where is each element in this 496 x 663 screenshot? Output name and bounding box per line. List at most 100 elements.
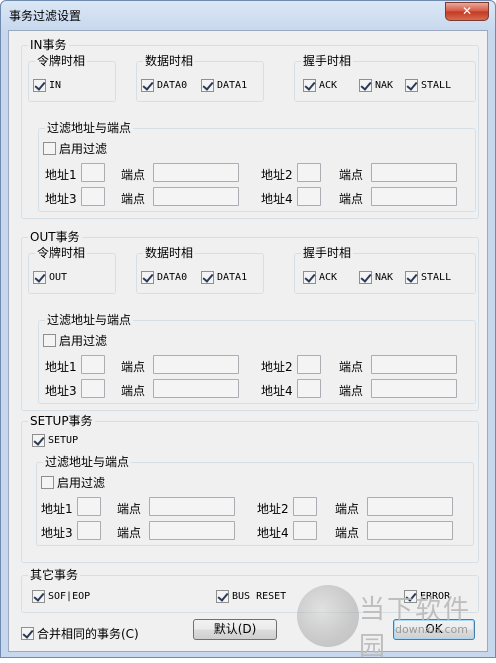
- window-title: 事务过滤设置: [9, 9, 82, 23]
- out-filter-title: 过滤地址与端点: [45, 313, 134, 327]
- in-stall-checkbox[interactable]: STALL: [405, 79, 451, 92]
- out-addr1-label: 地址1: [45, 360, 77, 374]
- merge-same-transactions-checkbox[interactable]: 合并相同的事务(C): [21, 625, 139, 642]
- in-token-title: 令牌时相: [35, 54, 88, 68]
- setup-ep4-field[interactable]: [367, 521, 453, 540]
- checkbox-checked-icon: [32, 434, 45, 447]
- ok-button[interactable]: OK: [393, 619, 475, 640]
- out-addr4-label: 地址4: [261, 384, 293, 398]
- setup-addr1-field[interactable]: [77, 497, 101, 516]
- out-addr2-field[interactable]: [297, 355, 321, 374]
- out-data0-checkbox[interactable]: DATA0: [141, 271, 187, 284]
- in-filter-title: 过滤地址与端点: [45, 121, 134, 135]
- out-enable-filter-checkbox[interactable]: 启用过滤: [43, 332, 107, 349]
- in-token-phase-group: 令牌时相 IN: [28, 54, 116, 102]
- in-ep2-field[interactable]: [371, 163, 457, 182]
- out-ep1-label: 端点: [121, 360, 146, 374]
- in-addr2-label: 地址2: [261, 168, 293, 182]
- in-addr3-field[interactable]: [81, 187, 105, 206]
- in-addr4-label: 地址4: [261, 192, 293, 206]
- in-handshake-title: 握手时相: [301, 54, 354, 68]
- dialog-client-area: IN事务 令牌时相 IN 数据时相 DATA0 DATA1 握手时相 ACK N…: [8, 30, 488, 652]
- out-ep3-label: 端点: [121, 384, 146, 398]
- error-checkbox[interactable]: ERROR: [404, 590, 450, 603]
- checkbox-checked-icon: [32, 590, 45, 603]
- default-button[interactable]: 默认(D): [193, 619, 277, 640]
- sof-eop-checkbox[interactable]: SOF|EOP: [32, 590, 90, 603]
- out-addr4-field[interactable]: [297, 379, 321, 398]
- bus-reset-checkbox[interactable]: BUS RESET: [216, 590, 286, 603]
- in-data-title: 数据时相: [143, 54, 196, 68]
- in-filter-group: 过滤地址与端点 启用过滤 地址1 端点 地址2 端点 地址3 端点 地址4 端点: [38, 121, 476, 212]
- checkbox-checked-icon: [359, 79, 372, 92]
- in-addr4-field[interactable]: [297, 187, 321, 206]
- in-addr1-field[interactable]: [81, 163, 105, 182]
- setup-addr1-label: 地址1: [41, 502, 73, 516]
- out-ep4-field[interactable]: [371, 379, 457, 398]
- in-data1-checkbox[interactable]: DATA1: [201, 79, 247, 92]
- out-token-title: 令牌时相: [35, 246, 88, 260]
- setup-addr3-field[interactable]: [77, 521, 101, 540]
- checkbox-unchecked-icon: [43, 142, 56, 155]
- setup-addr4-field[interactable]: [293, 521, 317, 540]
- setup-addr2-label: 地址2: [257, 502, 289, 516]
- out-filter-group: 过滤地址与端点 启用过滤 地址1 端点 地址2 端点 地址3 端点 地址4 端点: [38, 313, 476, 404]
- in-group-title: IN事务: [28, 38, 69, 52]
- in-data0-checkbox[interactable]: DATA0: [141, 79, 187, 92]
- in-ack-checkbox[interactable]: ACK: [303, 79, 337, 92]
- out-ep1-field[interactable]: [153, 355, 239, 374]
- dialog-window: 事务过滤设置 ✕ IN事务 令牌时相 IN 数据时相 DATA0 DATA1 握…: [0, 0, 496, 662]
- out-addr2-label: 地址2: [261, 360, 293, 374]
- in-addr2-field[interactable]: [297, 163, 321, 182]
- out-group-title: OUT事务: [28, 230, 82, 244]
- in-ep1-field[interactable]: [153, 163, 239, 182]
- setup-filter-group: 过滤地址与端点 启用过滤 地址1 端点 地址2 端点 地址3 端点 地址4 端点: [36, 455, 474, 546]
- close-button[interactable]: ✕: [445, 2, 489, 21]
- in-ep4-field[interactable]: [371, 187, 457, 206]
- other-transaction-group: 其它事务 SOF|EOP BUS RESET ERROR: [21, 568, 479, 613]
- setup-ep1-field[interactable]: [149, 497, 235, 516]
- in-token-checkbox[interactable]: IN: [33, 79, 61, 92]
- out-addr3-field[interactable]: [81, 379, 105, 398]
- close-icon: ✕: [461, 4, 473, 18]
- out-data1-checkbox[interactable]: DATA1: [201, 271, 247, 284]
- in-transaction-group: IN事务 令牌时相 IN 数据时相 DATA0 DATA1 握手时相 ACK N…: [21, 38, 479, 219]
- in-ep3-label: 端点: [121, 192, 146, 206]
- in-enable-filter-checkbox[interactable]: 启用过滤: [43, 140, 107, 157]
- checkbox-checked-icon: [359, 271, 372, 284]
- setup-addr2-field[interactable]: [293, 497, 317, 516]
- setup-ep2-field[interactable]: [367, 497, 453, 516]
- checkbox-checked-icon: [201, 79, 214, 92]
- in-nak-checkbox[interactable]: NAK: [359, 79, 393, 92]
- out-token-checkbox[interactable]: OUT: [33, 271, 67, 284]
- setup-ep3-field[interactable]: [149, 521, 235, 540]
- out-ep4-label: 端点: [339, 384, 364, 398]
- setup-transaction-group: SETUP事务 SETUP 过滤地址与端点 启用过滤 地址1 端点 地址2 端点: [21, 414, 479, 563]
- checkbox-checked-icon: [405, 79, 418, 92]
- out-data-phase-group: 数据时相 DATA0 DATA1: [136, 246, 264, 294]
- out-stall-checkbox[interactable]: STALL: [405, 271, 451, 284]
- title-bar[interactable]: 事务过滤设置 ✕: [1, 1, 495, 31]
- out-ack-checkbox[interactable]: ACK: [303, 271, 337, 284]
- setup-ep2-label: 端点: [335, 502, 360, 516]
- setup-group-title: SETUP事务: [28, 414, 95, 428]
- in-addr1-label: 地址1: [45, 168, 77, 182]
- checkbox-checked-icon: [33, 79, 46, 92]
- out-transaction-group: OUT事务 令牌时相 OUT 数据时相 DATA0 DATA1 握手时相 ACK…: [21, 230, 479, 411]
- in-ep1-label: 端点: [121, 168, 146, 182]
- checkbox-checked-icon: [303, 271, 316, 284]
- setup-enable-filter-checkbox[interactable]: 启用过滤: [41, 474, 105, 491]
- in-addr3-label: 地址3: [45, 192, 77, 206]
- out-ep2-field[interactable]: [371, 355, 457, 374]
- out-ep3-field[interactable]: [153, 379, 239, 398]
- checkbox-unchecked-icon: [43, 334, 56, 347]
- in-ep4-label: 端点: [339, 192, 364, 206]
- setup-ep4-label: 端点: [335, 526, 360, 540]
- out-addr1-field[interactable]: [81, 355, 105, 374]
- in-ep2-label: 端点: [339, 168, 364, 182]
- out-nak-checkbox[interactable]: NAK: [359, 271, 393, 284]
- setup-checkbox[interactable]: SETUP: [32, 434, 78, 447]
- in-ep3-field[interactable]: [153, 187, 239, 206]
- out-ep2-label: 端点: [339, 360, 364, 374]
- setup-addr3-label: 地址3: [41, 526, 73, 540]
